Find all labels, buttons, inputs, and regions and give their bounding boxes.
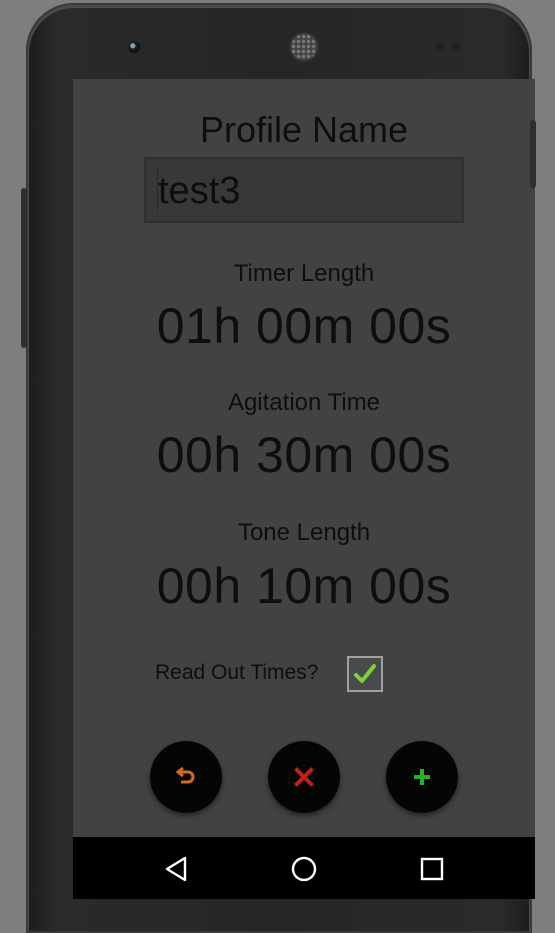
system-navigation-bar	[73, 837, 535, 899]
delete-button[interactable]	[268, 741, 340, 813]
earpiece-speaker	[291, 34, 317, 60]
timer-length-value[interactable]: 01h 00m 00s	[73, 297, 535, 355]
nav-home-button[interactable]	[284, 849, 324, 889]
back-triangle-icon	[165, 856, 187, 882]
read-out-times-label: Read Out Times?	[155, 661, 319, 684]
light-sensor	[452, 43, 460, 51]
nav-back-button[interactable]	[157, 849, 197, 889]
add-button[interactable]	[386, 741, 458, 813]
power-button[interactable]	[530, 120, 536, 188]
phone-frame: Profile Name test3 Timer Length 01h 00m …	[26, 3, 535, 933]
undo-arrow-icon	[175, 766, 195, 784]
profile-name-input[interactable]: test3	[144, 157, 464, 223]
plus-icon	[414, 769, 430, 785]
agitation-time-value[interactable]: 00h 30m 00s	[73, 426, 535, 484]
checkmark-icon	[354, 664, 376, 683]
undo-button[interactable]	[150, 741, 222, 813]
agitation-time-label: Agitation Time	[227, 389, 381, 416]
app-screen: Profile Name test3 Timer Length 01h 00m …	[73, 79, 535, 899]
front-camera	[128, 41, 140, 53]
volume-rocker[interactable]	[21, 188, 27, 348]
profile-name-value: test3	[158, 170, 241, 212]
proximity-sensor	[436, 43, 444, 51]
read-out-times-checkbox[interactable]	[347, 656, 383, 692]
tone-length-value[interactable]: 00h 10m 00s	[73, 557, 535, 615]
tone-length-label: Tone Length	[237, 519, 371, 546]
nav-recents-button[interactable]	[412, 849, 452, 889]
timer-length-label: Timer Length	[233, 260, 375, 287]
recents-square-icon	[420, 857, 444, 881]
page-title: Profile Name	[199, 109, 409, 150]
home-circle-icon	[291, 856, 317, 882]
close-x-icon	[294, 767, 314, 787]
